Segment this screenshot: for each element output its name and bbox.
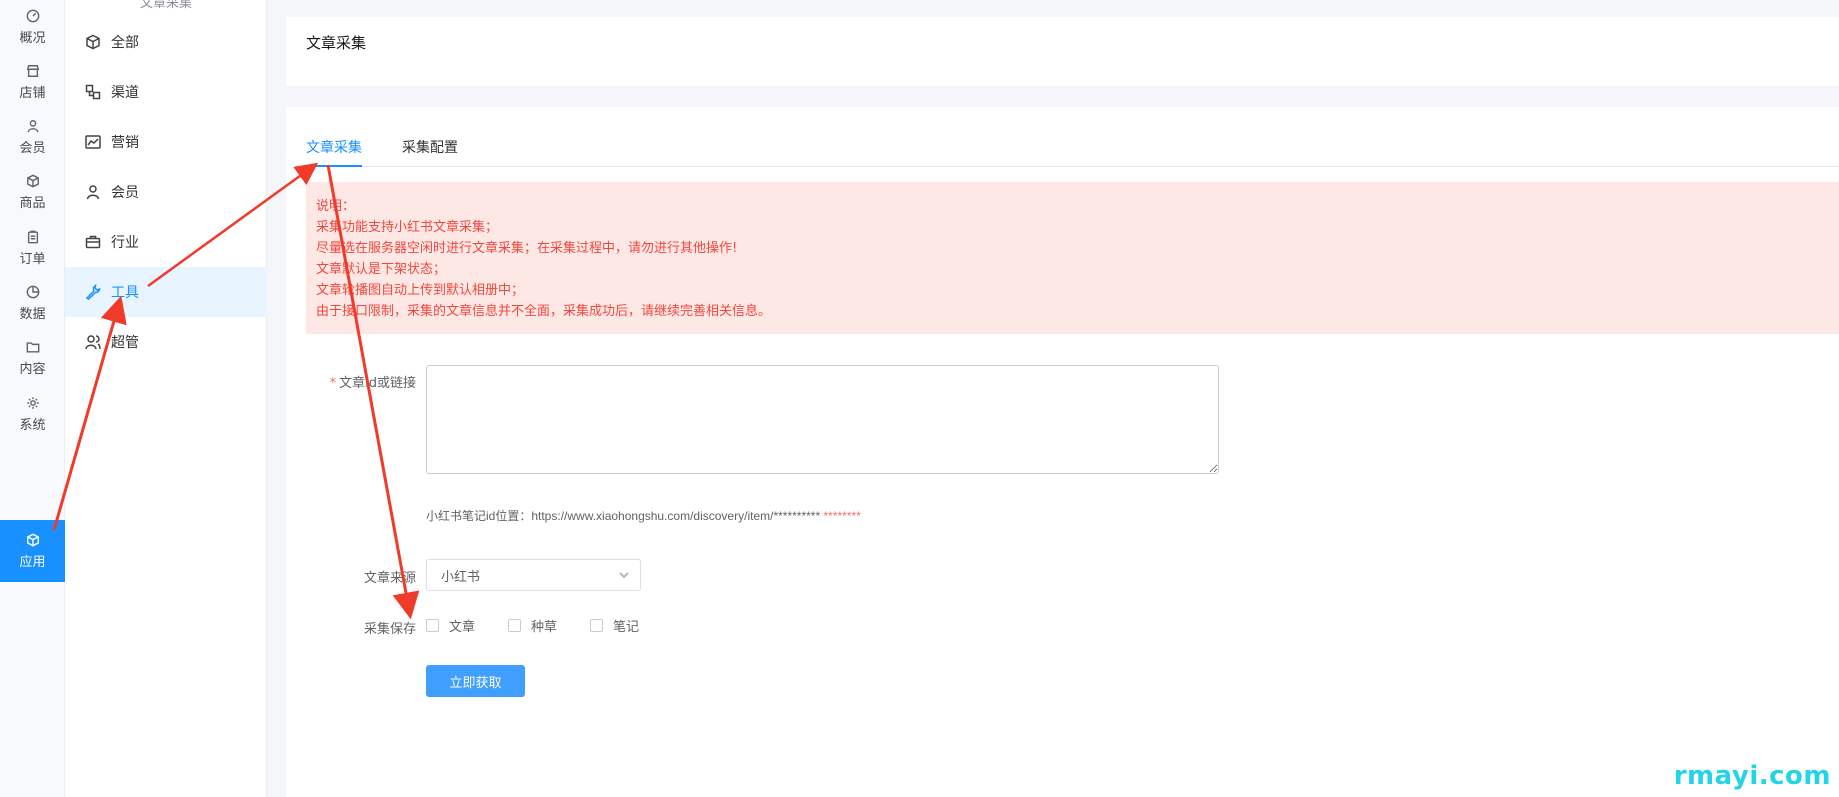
store-icon bbox=[26, 64, 40, 78]
source-label: 文章来源 bbox=[363, 571, 416, 586]
submenu-item-all[interactable]: 全部 bbox=[65, 17, 267, 67]
rail-item-label: 订单 bbox=[19, 251, 46, 267]
notice-line: 文章轮播图自动上传到默认相册中； bbox=[316, 283, 525, 298]
notice-line: 采集功能支持小红书文章采集； bbox=[316, 220, 499, 235]
rail-item-apps[interactable]: 应用 bbox=[0, 520, 65, 582]
rail-item-content[interactable]: 内容 bbox=[0, 328, 65, 388]
main-panel: 文章采集 采集配置 说明： 采集功能支持小红书文章采集； 尽量选在服务器空闲时进… bbox=[286, 107, 1839, 797]
chevron-down-icon bbox=[618, 569, 630, 581]
line-chart-icon bbox=[85, 134, 101, 150]
rail-item-label: 店铺 bbox=[19, 85, 46, 101]
cube-icon bbox=[85, 34, 101, 50]
rail-item-label: 数据 bbox=[19, 306, 46, 322]
notice-line: 尽量选在服务器空闲时进行文章采集；在采集过程中，请勿进行其他操作! bbox=[316, 241, 738, 256]
article-url-label: * 文章id或链接 bbox=[329, 376, 416, 391]
rail-item-label: 商品 bbox=[19, 195, 46, 211]
submenu-item-label: 行业 bbox=[111, 235, 139, 251]
rail-item-label: 会员 bbox=[19, 140, 46, 156]
submenu-item-marketing[interactable]: 营销 bbox=[65, 117, 267, 167]
rail-item-data[interactable]: 数据 bbox=[0, 273, 65, 333]
rail-item-order[interactable]: 订单 bbox=[0, 218, 65, 278]
tab-bar: 文章采集 采集配置 bbox=[306, 107, 1839, 167]
rail-item-overview[interactable]: 概况 bbox=[0, 0, 65, 57]
fetch-now-button[interactable]: 立即获取 bbox=[426, 665, 525, 697]
clipboard-icon bbox=[26, 230, 40, 244]
source-select-value: 小红书 bbox=[441, 569, 481, 585]
submenu-item-label: 全部 bbox=[111, 35, 139, 51]
submenu-item-superadmin[interactable]: 超管 bbox=[65, 317, 267, 367]
submenu-item-label: 会员 bbox=[111, 185, 139, 201]
admin-icon bbox=[85, 334, 101, 350]
gear-icon bbox=[26, 396, 40, 410]
article-url-input[interactable] bbox=[426, 365, 1219, 474]
rail-item-system[interactable]: 系统 bbox=[0, 384, 65, 444]
url-hint: 小红书笔记id位置：https://www.xiaohongshu.com/di… bbox=[426, 509, 861, 523]
submenu-item-label: 超管 bbox=[111, 335, 139, 351]
cube-icon bbox=[26, 533, 40, 547]
wrench-icon bbox=[85, 284, 101, 300]
box-icon bbox=[26, 174, 40, 188]
rail-item-label: 应用 bbox=[19, 554, 46, 570]
briefcase-icon bbox=[85, 234, 101, 250]
rail-item-label: 概况 bbox=[19, 30, 46, 46]
user-icon bbox=[26, 119, 40, 133]
checkbox-box[interactable] bbox=[508, 618, 521, 632]
rail-item-store[interactable]: 店铺 bbox=[0, 52, 65, 112]
rail-item-label: 系统 bbox=[19, 417, 46, 433]
checkbox-note[interactable]: 笔记 bbox=[590, 617, 639, 635]
page-title: 文章采集 bbox=[306, 34, 367, 52]
rail-item-label: 内容 bbox=[19, 361, 46, 377]
watermark: rmayi.com bbox=[1673, 761, 1831, 791]
submenu-item-label: 营销 bbox=[111, 135, 139, 151]
submenu-item-label: 渠道 bbox=[111, 85, 139, 101]
page-header: 文章采集 bbox=[286, 17, 1839, 86]
checkbox-article[interactable]: 文章 bbox=[426, 617, 475, 635]
submenu-item-industry[interactable]: 行业 bbox=[65, 217, 267, 267]
submenu-item-channel[interactable]: 渠道 bbox=[65, 67, 267, 117]
submenu-item-tools[interactable]: 工具 bbox=[65, 267, 267, 317]
submenu-item-label: 工具 bbox=[111, 285, 139, 301]
hint-stars: ******** bbox=[823, 509, 861, 523]
checkbox-box[interactable] bbox=[426, 618, 439, 632]
rail-item-member[interactable]: 会员 bbox=[0, 107, 65, 167]
notice-alert: 说明： 采集功能支持小红书文章采集； 尽量选在服务器空闲时进行文章采集；在采集过… bbox=[306, 182, 1839, 334]
app-root: 概况 店铺 会员 商品 订单 数据 内容 系统 应用 文章采集 全部 渠道 营销… bbox=[0, 0, 1839, 797]
channels-icon bbox=[85, 84, 101, 100]
main-nav-rail: 概况 店铺 会员 商品 订单 数据 内容 系统 应用 bbox=[0, 0, 65, 797]
folder-icon bbox=[26, 340, 40, 354]
required-mark: * bbox=[329, 376, 337, 391]
user-icon bbox=[85, 184, 101, 200]
checkbox-seeding[interactable]: 种草 bbox=[508, 617, 557, 635]
source-select[interactable]: 小红书 bbox=[426, 559, 641, 591]
secondary-menu: 文章采集 全部 渠道 营销 会员 行业 工具 超管 bbox=[65, 0, 267, 797]
notice-line: 说明： bbox=[316, 199, 356, 214]
rail-item-goods[interactable]: 商品 bbox=[0, 162, 65, 222]
notice-line: 文章默认是下架状态； bbox=[316, 262, 447, 277]
notice-line: 由于接口限制，采集的文章信息并不全面，采集成功后，请继续完善相关信息。 bbox=[316, 304, 772, 319]
pie-chart-icon bbox=[26, 285, 40, 299]
tab-collect-config[interactable]: 采集配置 bbox=[402, 137, 458, 167]
submenu-item-member[interactable]: 会员 bbox=[65, 167, 267, 217]
checkbox-box[interactable] bbox=[590, 618, 603, 632]
tab-article-collect[interactable]: 文章采集 bbox=[306, 137, 362, 167]
save-label: 采集保存 bbox=[363, 622, 416, 637]
submenu-title: 文章采集 bbox=[139, 0, 192, 11]
dashboard-icon bbox=[26, 9, 40, 23]
